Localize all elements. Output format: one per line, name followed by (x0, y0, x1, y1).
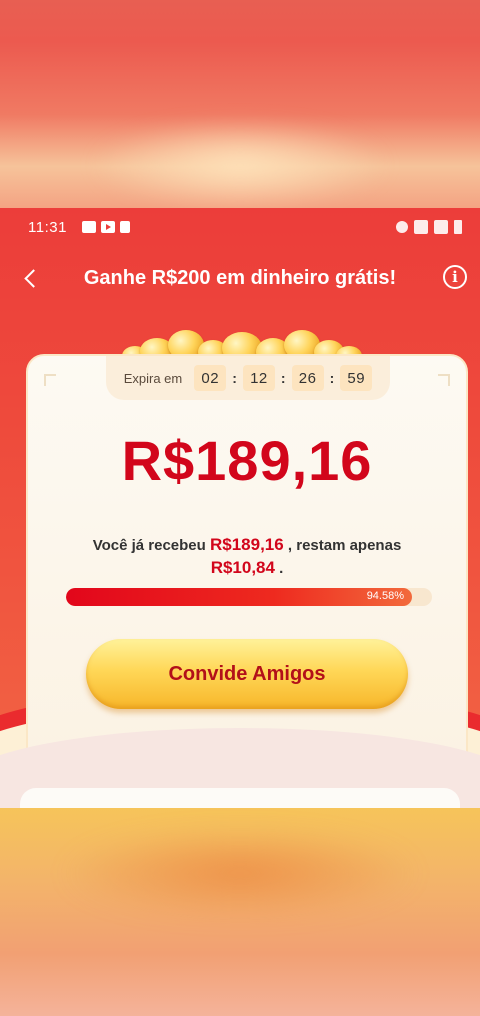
received-suffix-text: . (279, 560, 284, 577)
invite-friends-button[interactable]: Convide Amigos (86, 639, 408, 709)
timer-separator: : (280, 370, 286, 386)
blurred-top-overlay (0, 0, 480, 208)
next-section-card (20, 788, 460, 808)
received-summary: Você já recebeu R$189,16 , restam apenas… (58, 534, 436, 580)
corner-decoration (438, 374, 450, 386)
blurred-bottom-overlay (0, 808, 480, 1016)
battery-icon (454, 220, 462, 234)
mute-icon (396, 221, 408, 233)
progress-bar: 94.58% (66, 588, 432, 606)
timer-separator: : (232, 370, 237, 386)
countdown-timer: Expira em 02 : 12 : 26 : 59 (106, 356, 390, 400)
alert-notification-icon (120, 221, 130, 233)
page-title: Ganhe R$200 em dinheiro grátis! (83, 267, 397, 289)
received-mid-text: , restam apenas (287, 537, 402, 554)
signal-icon (434, 220, 448, 234)
timer-minutes: 12 (242, 365, 275, 391)
received-prefix-text: Você já recebeu (92, 537, 206, 554)
corner-decoration (44, 374, 56, 386)
reward-amount: R$189,16 (121, 429, 373, 492)
timer-separator: : (329, 370, 335, 386)
remaining-amount: R$10,84 (210, 558, 275, 577)
progress-percentage: 94.58% (366, 590, 404, 602)
youtube-notification-icon (101, 221, 115, 233)
reward-card: Expira em 02 : 12 : 26 : 59 R$189,16 Voc… (26, 354, 468, 774)
timer-hours: 02 (194, 365, 227, 391)
status-time: 11:31 (28, 219, 67, 236)
status-bar: 11:31 (0, 208, 480, 248)
app-screen: 11:31 Ganhe R$200 em dinheiro grátis! i (0, 208, 480, 808)
timer-label: Expira em (123, 370, 183, 386)
progress-bar-fill (66, 588, 413, 606)
info-icon[interactable]: i (443, 265, 467, 289)
data-icon (414, 220, 428, 234)
timer-seconds: 26 (291, 365, 324, 391)
gallery-notification-icon (82, 221, 96, 233)
received-amount: R$189,16 (209, 535, 284, 554)
timer-centiseconds: 59 (340, 365, 373, 391)
navigation-bar: Ganhe R$200 em dinheiro grátis! i (0, 258, 480, 298)
